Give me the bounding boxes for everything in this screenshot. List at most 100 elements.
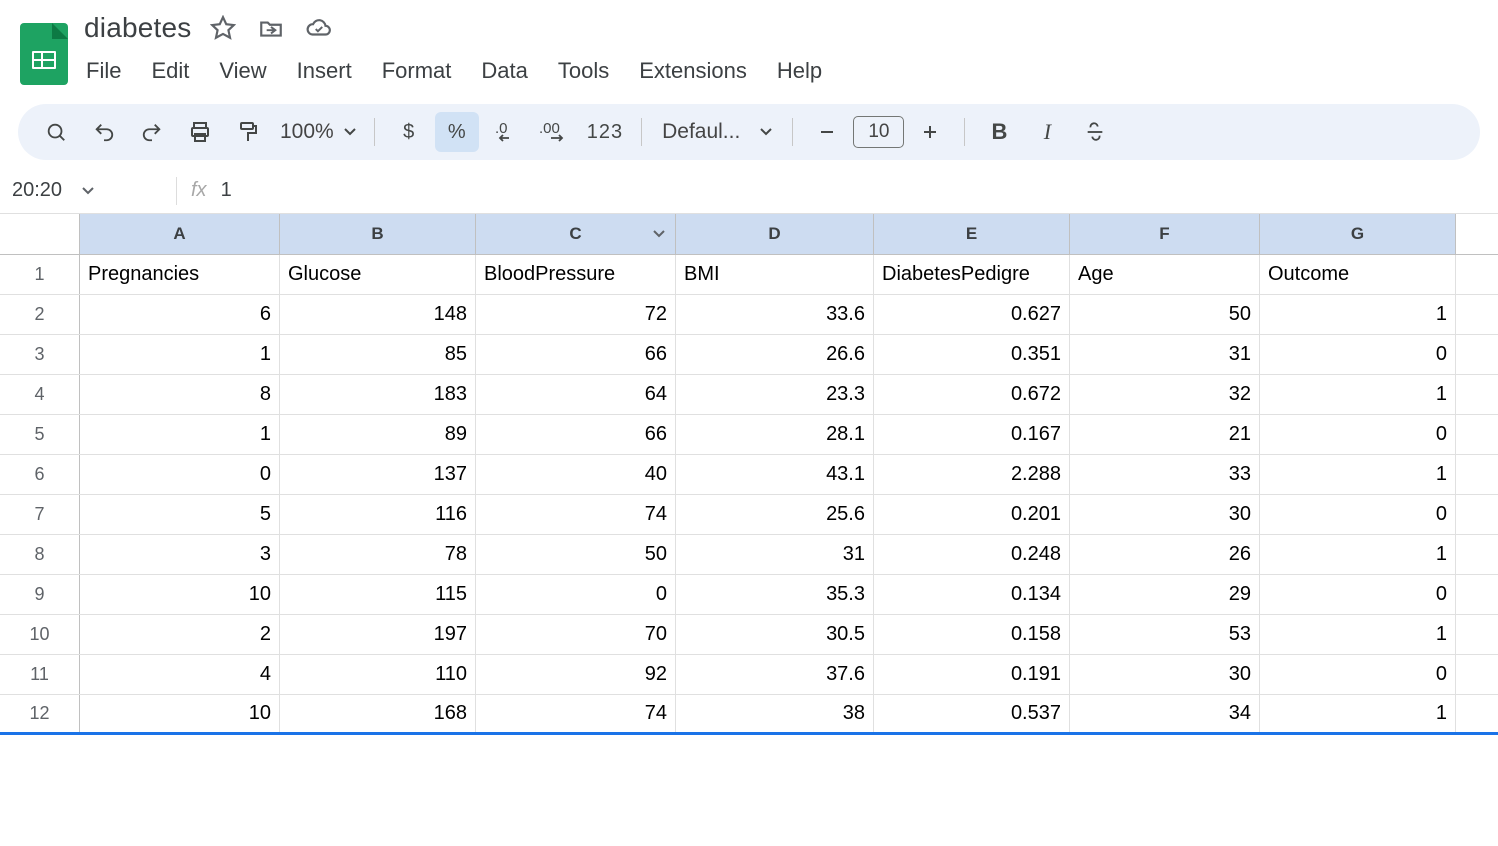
menu-tools[interactable]: Tools	[556, 54, 611, 88]
data-cell[interactable]: 29	[1070, 575, 1260, 614]
data-cell[interactable]: 10	[80, 695, 280, 732]
italic-button[interactable]: I	[1025, 112, 1069, 152]
data-cell[interactable]: 0	[1260, 655, 1456, 694]
header-cell[interactable]: BMI	[676, 255, 874, 294]
row-header[interactable]: 12	[0, 695, 80, 732]
data-cell[interactable]: 70	[476, 615, 676, 654]
data-cell[interactable]: 8	[80, 375, 280, 414]
data-cell[interactable]: 5	[80, 495, 280, 534]
data-cell[interactable]: 30.5	[676, 615, 874, 654]
data-cell[interactable]: 78	[280, 535, 476, 574]
cloud-saved-icon[interactable]	[303, 12, 335, 44]
data-cell[interactable]: 64	[476, 375, 676, 414]
data-cell[interactable]: 3	[80, 535, 280, 574]
data-cell[interactable]: 1	[1260, 455, 1456, 494]
data-cell[interactable]: 197	[280, 615, 476, 654]
data-cell[interactable]: 21	[1070, 415, 1260, 454]
undo-icon[interactable]	[82, 112, 126, 152]
data-cell[interactable]: 53	[1070, 615, 1260, 654]
data-cell[interactable]: 0	[1260, 495, 1456, 534]
menu-edit[interactable]: Edit	[149, 54, 191, 88]
document-title[interactable]: diabetes	[84, 12, 191, 44]
data-cell[interactable]: 89	[280, 415, 476, 454]
data-cell[interactable]: 115	[280, 575, 476, 614]
data-cell[interactable]: 38	[676, 695, 874, 732]
data-cell[interactable]: 4	[80, 655, 280, 694]
menu-extensions[interactable]: Extensions	[637, 54, 749, 88]
star-icon[interactable]	[207, 12, 239, 44]
data-cell[interactable]: 0	[1260, 415, 1456, 454]
row-header[interactable]: 7	[0, 495, 80, 534]
data-cell[interactable]: 1	[80, 415, 280, 454]
data-cell[interactable]: 0	[476, 575, 676, 614]
data-cell[interactable]: 74	[476, 495, 676, 534]
row-header[interactable]: 4	[0, 375, 80, 414]
name-box[interactable]: 20:20	[12, 179, 162, 202]
format-percent-button[interactable]: %	[435, 112, 479, 152]
column-header-E[interactable]: E	[874, 214, 1070, 254]
data-cell[interactable]: 1	[1260, 295, 1456, 334]
data-cell[interactable]: 2	[80, 615, 280, 654]
data-cell[interactable]: 0.351	[874, 335, 1070, 374]
data-cell[interactable]: 0.158	[874, 615, 1070, 654]
data-cell[interactable]: 0.672	[874, 375, 1070, 414]
data-cell[interactable]: 0.167	[874, 415, 1070, 454]
data-cell[interactable]: 168	[280, 695, 476, 732]
move-icon[interactable]	[255, 12, 287, 44]
data-cell[interactable]: 43.1	[676, 455, 874, 494]
data-cell[interactable]: 0.627	[874, 295, 1070, 334]
header-cell[interactable]: Glucose	[280, 255, 476, 294]
data-cell[interactable]: 74	[476, 695, 676, 732]
decrease-font-size-button[interactable]	[805, 112, 849, 152]
menu-help[interactable]: Help	[775, 54, 824, 88]
data-cell[interactable]: 1	[1260, 615, 1456, 654]
data-cell[interactable]: 66	[476, 415, 676, 454]
data-cell[interactable]: 26	[1070, 535, 1260, 574]
data-cell[interactable]: 10	[80, 575, 280, 614]
data-cell[interactable]: 0.537	[874, 695, 1070, 732]
format-currency-button[interactable]: $	[387, 112, 431, 152]
data-cell[interactable]: 0.201	[874, 495, 1070, 534]
data-cell[interactable]: 72	[476, 295, 676, 334]
data-cell[interactable]: 6	[80, 295, 280, 334]
row-header[interactable]: 9	[0, 575, 80, 614]
sheets-logo[interactable]	[20, 23, 68, 85]
increase-decimal-button[interactable]: .00	[531, 112, 577, 152]
print-icon[interactable]	[178, 112, 222, 152]
column-header-G[interactable]: G	[1260, 214, 1456, 254]
data-cell[interactable]: 35.3	[676, 575, 874, 614]
menu-view[interactable]: View	[217, 54, 268, 88]
data-cell[interactable]: 1	[80, 335, 280, 374]
data-cell[interactable]: 40	[476, 455, 676, 494]
data-cell[interactable]: 0	[1260, 575, 1456, 614]
search-icon[interactable]	[34, 112, 78, 152]
data-cell[interactable]: 32	[1070, 375, 1260, 414]
increase-font-size-button[interactable]	[908, 112, 952, 152]
zoom-select[interactable]: 100%	[274, 112, 362, 152]
paint-format-icon[interactable]	[226, 112, 270, 152]
formula-input[interactable]: 1	[221, 179, 232, 202]
data-cell[interactable]: 0.191	[874, 655, 1070, 694]
data-cell[interactable]: 0	[1260, 335, 1456, 374]
bold-button[interactable]: B	[977, 112, 1021, 152]
data-cell[interactable]: 92	[476, 655, 676, 694]
font-family-select[interactable]: Defaul...	[654, 112, 780, 152]
data-cell[interactable]: 34	[1070, 695, 1260, 732]
data-cell[interactable]: 0	[80, 455, 280, 494]
row-header[interactable]: 11	[0, 655, 80, 694]
data-cell[interactable]: 85	[280, 335, 476, 374]
data-cell[interactable]: 183	[280, 375, 476, 414]
data-cell[interactable]: 2.288	[874, 455, 1070, 494]
column-header-D[interactable]: D	[676, 214, 874, 254]
data-cell[interactable]: 33	[1070, 455, 1260, 494]
header-cell[interactable]: Age	[1070, 255, 1260, 294]
data-cell[interactable]: 33.6	[676, 295, 874, 334]
data-cell[interactable]: 28.1	[676, 415, 874, 454]
row-header[interactable]: 6	[0, 455, 80, 494]
column-header-B[interactable]: B	[280, 214, 476, 254]
select-all-corner[interactable]	[0, 214, 80, 254]
column-header-F[interactable]: F	[1070, 214, 1260, 254]
column-header-A[interactable]: A	[80, 214, 280, 254]
strikethrough-button[interactable]	[1073, 112, 1117, 152]
data-cell[interactable]: 0.248	[874, 535, 1070, 574]
